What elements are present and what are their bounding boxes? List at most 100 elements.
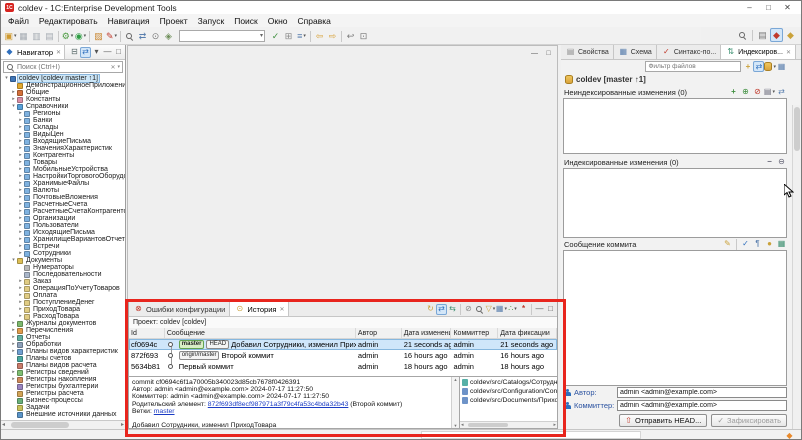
tree-item[interactable]: ▸ Общие [1, 89, 125, 96]
tree-expander-icon[interactable]: ▸ [17, 124, 24, 131]
tab-staging-tab[interactable]: ⇅ Индексиров... ✕ [721, 45, 796, 59]
tree-item[interactable]: ▸ Сотрудники [1, 250, 125, 257]
task-icon[interactable]: ◆ [784, 430, 795, 440]
find-icon[interactable] [474, 304, 485, 315]
tab-syntax[interactable]: ✓ Синтакс-по... [657, 45, 722, 59]
tree-expander-icon[interactable]: ▸ [17, 152, 24, 159]
tree-item[interactable]: ▸ Пользователи [1, 222, 125, 229]
tree-item[interactable]: ▸ ПриходТовара [1, 306, 125, 313]
grid-icon[interactable]: ▦ [776, 61, 787, 72]
tree-item[interactable]: ▸ ХранилищеВариантовОтчетов [1, 236, 125, 243]
maximize-view-icon[interactable]: □ [543, 48, 554, 58]
tree-expander-icon[interactable]: ▸ [10, 327, 17, 334]
stage-icon[interactable]: + [728, 87, 739, 98]
tab-close-icon[interactable]: ✕ [786, 49, 791, 56]
restore-editor-icon[interactable]: ⊡ [357, 29, 370, 43]
min-icon[interactable]: — [102, 47, 113, 58]
tree-expander-icon[interactable]: ▸ [17, 159, 24, 166]
tree-item[interactable]: ▸ Товары [1, 159, 125, 166]
tree-expander-icon[interactable]: ▸ [17, 110, 24, 117]
column-header-5[interactable]: Коммиттер [451, 328, 499, 338]
view-dropdown-icon[interactable]: ▤ ▾ [764, 87, 775, 98]
search-menu-caret-icon[interactable]: ▾ [117, 64, 120, 70]
tree-expander-icon[interactable]: ▸ [17, 313, 24, 320]
tree-expander-icon[interactable]: ▸ [17, 180, 24, 187]
history-tab-icon[interactable]: ⊙ [234, 304, 245, 315]
unstage-icon[interactable]: − [764, 157, 775, 168]
tree-item[interactable]: Регистры бухгалтерии [1, 383, 125, 390]
tree-expander-icon[interactable]: ▸ [17, 194, 24, 201]
right-vscrollbar[interactable] [792, 105, 801, 439]
author-field[interactable] [617, 387, 787, 398]
save-icon[interactable]: ▦ [17, 29, 30, 43]
tree-expander-icon[interactable]: ▸ [10, 348, 17, 355]
commit-row[interactable]: 872f693 origin/master Второй коммит admin 16… [129, 350, 557, 361]
tree-expander-icon[interactable]: ▸ [10, 89, 17, 96]
column-header-1[interactable]: Id [129, 328, 165, 338]
tree-expander-icon[interactable]: ▸ [17, 278, 24, 285]
tab-history[interactable]: ⊙ История ✕ [230, 302, 290, 316]
collapse-all-icon[interactable]: ⊟ [69, 47, 80, 58]
columns-dropdown-icon[interactable]: ▦ ▾ [496, 304, 507, 315]
tab-config-errors[interactable]: ⊗ Ошибки конфигурации [129, 302, 231, 316]
max-icon[interactable]: □ [113, 47, 124, 58]
commit-file-row[interactable]: coldev/src/Catalogs/Сотрудники/Сотрудник… [460, 378, 557, 387]
column-header-2[interactable]: Сообщение [165, 328, 356, 338]
preview-icon[interactable]: ▦ [776, 239, 787, 250]
tree-expander-icon[interactable]: ▸ [10, 369, 17, 376]
tree-item[interactable]: Регистры расчета [1, 390, 125, 397]
tree-expander-icon[interactable]: ▸ [17, 306, 24, 313]
config-errors-icon[interactable]: ⊗ [133, 304, 144, 315]
format-icon[interactable]: ¶ [752, 239, 763, 250]
scroll-thumb[interactable] [11, 422, 69, 428]
commit-file-row[interactable]: coldev/src/Configuration/Configuration.m… [460, 387, 557, 396]
toolbar-combo[interactable] [179, 30, 265, 42]
layers-dropdown-icon[interactable]: ≡ ▾ [295, 29, 308, 43]
nav-forward-icon[interactable]: ⇨ [326, 29, 339, 43]
tree-item[interactable]: ▸ Регионы [1, 110, 125, 117]
tree-expander-icon[interactable]: ▾ [10, 257, 17, 264]
tree-item[interactable]: ▸ ПоступлениеДенег [1, 299, 125, 306]
tree-item[interactable]: ▸ Регистры накопления [1, 376, 125, 383]
tree-item[interactable]: ▸ Склады [1, 124, 125, 131]
tree-item[interactable]: Планы видов расчета [1, 362, 125, 369]
unstage-all-icon[interactable]: ⊖ [776, 157, 787, 168]
stage-all-icon[interactable]: ⊕ [740, 87, 751, 98]
tree-expander-icon[interactable]: ▸ [17, 201, 24, 208]
menu-item[interactable]: Поиск [229, 16, 263, 26]
compare-icon[interactable]: ⇄ [776, 87, 787, 98]
tree-item[interactable]: ▸ Контрагенты [1, 152, 125, 159]
tree-expander-icon[interactable]: ▸ [17, 131, 24, 138]
column-header-6[interactable]: Дата фиксации [498, 328, 558, 338]
tab-schema[interactable]: ▦ Схема [614, 45, 657, 59]
tree-item[interactable]: ▸ НастройкиТорговогоОборудования [1, 173, 125, 180]
perspective-git-icon[interactable]: ◆ [784, 28, 797, 42]
menu-item[interactable]: Проект [155, 16, 193, 26]
file-filter-input[interactable] [645, 61, 742, 72]
tree-expander-icon[interactable]: ▸ [17, 292, 24, 299]
new-dropdown-icon[interactable]: ▣ ▾ [4, 29, 17, 43]
link-editor-icon[interactable]: ⇄ [80, 46, 91, 58]
tree-expander-icon[interactable]: ▸ [17, 285, 24, 292]
tree-item[interactable]: ▾ coldev [coldev master ↑1] [1, 74, 125, 83]
search-small-icon[interactable] [123, 29, 136, 43]
settings-dropdown-icon[interactable]: ⚙ ▾ [61, 29, 74, 43]
commit-row[interactable]: 5634b81 Первый коммит admin 18 hours ago adm… [129, 361, 557, 372]
maximize-button[interactable]: □ [759, 2, 778, 14]
tab-navigator[interactable]: ◆ Навигатор ✕ [1, 45, 66, 59]
link-editor-icon[interactable]: ⇄ [753, 61, 765, 72]
menu-item[interactable]: Окно [263, 16, 293, 26]
menu-item[interactable]: Навигация [103, 16, 155, 26]
tree-expander-icon[interactable]: ▸ [17, 229, 24, 236]
tree-item[interactable]: ▸ Константы [1, 96, 125, 103]
search-input[interactable] [17, 63, 109, 71]
tree-item[interactable]: ▸ Валюты [1, 187, 125, 194]
unstaged-changes-list[interactable] [563, 98, 787, 154]
users-icon[interactable]: ◈ [162, 29, 175, 43]
menu-item[interactable]: Редактировать [34, 16, 103, 26]
files-hscrollbar[interactable]: ◂ ▸ [460, 421, 557, 428]
tree-item[interactable]: ▸ МобильныеУстройства [1, 166, 125, 173]
tree-item[interactable]: ▸ РасчетныеСчетаКонтрагентов [1, 208, 125, 215]
tree-expander-icon[interactable]: ▸ [17, 187, 24, 194]
menu-item[interactable]: Справка [293, 16, 336, 26]
